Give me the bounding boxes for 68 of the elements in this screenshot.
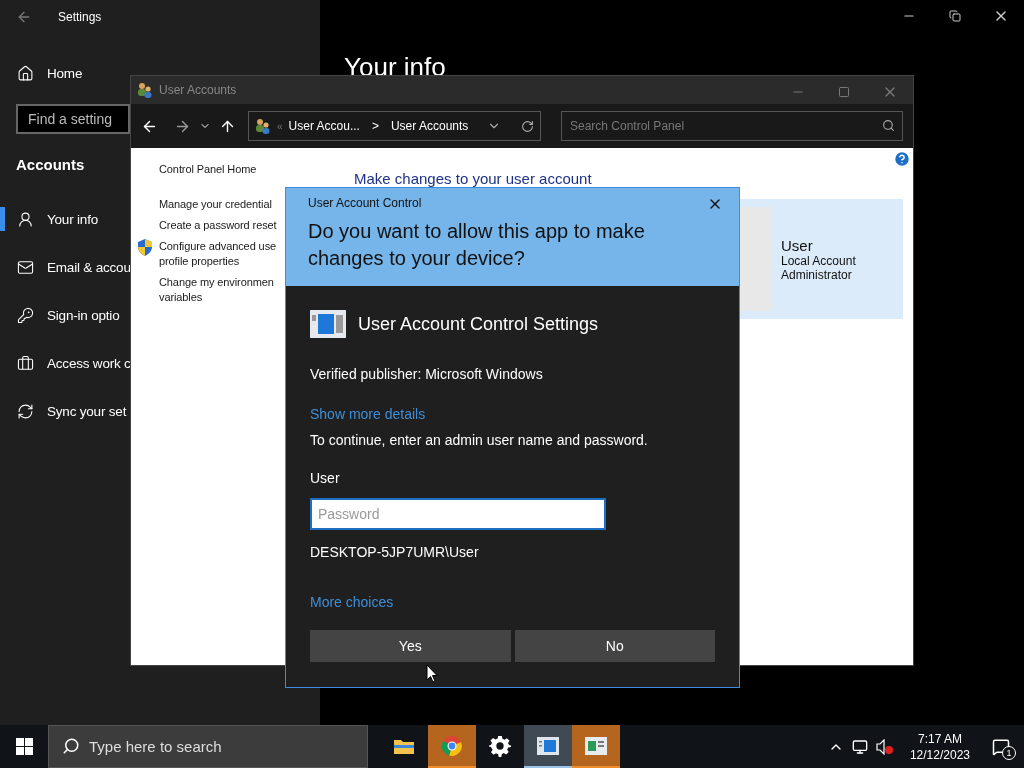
users-icon <box>255 118 271 134</box>
notification-icon <box>992 737 1010 756</box>
search-field[interactable]: Find a setting <box>16 104 130 134</box>
home-nav-item[interactable]: Home <box>0 49 83 97</box>
dialog-question: Do you want to allow this app to make changes to your device? <box>308 219 646 271</box>
nav-item[interactable]: Sync your set <box>0 387 127 435</box>
details-link[interactable]: Show more details <box>310 406 715 422</box>
user-label: User <box>310 470 341 486</box>
gear-icon <box>489 734 511 757</box>
person-icon <box>17 210 34 228</box>
account-detail: Local Account <box>781 253 856 268</box>
app-name: User Account Control Settings <box>358 313 599 335</box>
window-title: User Accounts <box>159 83 237 97</box>
taskbar-app[interactable] <box>524 725 572 768</box>
page-heading: Make changes to your user account <box>354 170 593 187</box>
sidebar-link[interactable]: Manage your credential <box>159 197 272 212</box>
sync-icon <box>17 402 34 420</box>
breadcrumb[interactable]: User Accounts <box>390 119 469 133</box>
breadcrumb-separator: > <box>371 119 379 133</box>
instruction-text: To continue, enter an admin user name and password. <box>310 432 649 448</box>
more-choices-link[interactable]: More choices <box>310 594 715 610</box>
clock-time: 7:17 AM <box>917 730 962 747</box>
window-settings-icon <box>537 736 559 755</box>
mail-icon <box>17 258 34 276</box>
window-title: Settings <box>58 9 102 24</box>
sidebar-link[interactable]: Change my environmen variables <box>159 275 274 305</box>
briefcase-icon <box>17 354 34 372</box>
nav-item[interactable]: Sign-in optio <box>0 291 120 339</box>
refresh-icon[interactable] <box>521 119 534 133</box>
account-name: User <box>781 236 814 254</box>
browser-icon <box>441 734 463 757</box>
nav-item[interactable]: Email & accou <box>0 243 131 291</box>
search-icon <box>882 119 895 132</box>
address-bar[interactable]: « User Accou... > User Accounts <box>248 111 541 141</box>
help-icon[interactable] <box>893 150 911 168</box>
sidebar-link[interactable]: Configure advanced use profile properties <box>159 239 277 269</box>
sidebar-link[interactable]: Create a password reset <box>159 218 277 233</box>
breadcrumb[interactable]: User Accou... <box>288 119 360 133</box>
network-icon[interactable] <box>851 738 868 755</box>
account-detail: Administrator <box>781 267 853 282</box>
home-icon <box>17 64 34 82</box>
search-field[interactable]: Search Control Panel <box>561 111 903 141</box>
taskbar-search-field[interactable]: Type here to search <box>48 725 368 768</box>
cursor-icon <box>426 664 438 683</box>
notification-count: 1 <box>1002 745 1016 760</box>
notifications-button[interactable]: 1 <box>986 731 1016 762</box>
password-field[interactable]: Password <box>310 498 606 530</box>
app-icon <box>310 310 346 338</box>
publisher-text: Verified publisher: Microsoft Windows <box>310 366 544 382</box>
nav-item[interactable]: Your info <box>0 195 98 243</box>
users-icon <box>137 82 153 98</box>
windows-icon <box>15 738 33 755</box>
search-icon <box>62 737 80 755</box>
nav-item[interactable]: Access work c <box>0 339 131 387</box>
clock-date: 12/12/2023 <box>909 746 970 763</box>
window-icon <box>585 736 607 755</box>
key-icon <box>17 306 34 324</box>
dialog-button[interactable]: Yes <box>310 630 511 662</box>
section-heading: Accounts <box>16 156 85 173</box>
breadcrumb-overflow: « <box>277 120 283 132</box>
dialog-button[interactable]: No <box>514 630 715 662</box>
account-text: DESKTOP-5JP7UMR\User <box>310 544 480 560</box>
sidebar-link[interactable]: Control Panel Home <box>159 162 257 177</box>
muted-speaker-icon[interactable] <box>875 738 894 755</box>
dialog-title: User Account Control <box>308 196 422 210</box>
restore-icon <box>949 10 961 22</box>
maximize-icon <box>838 86 850 98</box>
shield-icon <box>137 239 153 256</box>
